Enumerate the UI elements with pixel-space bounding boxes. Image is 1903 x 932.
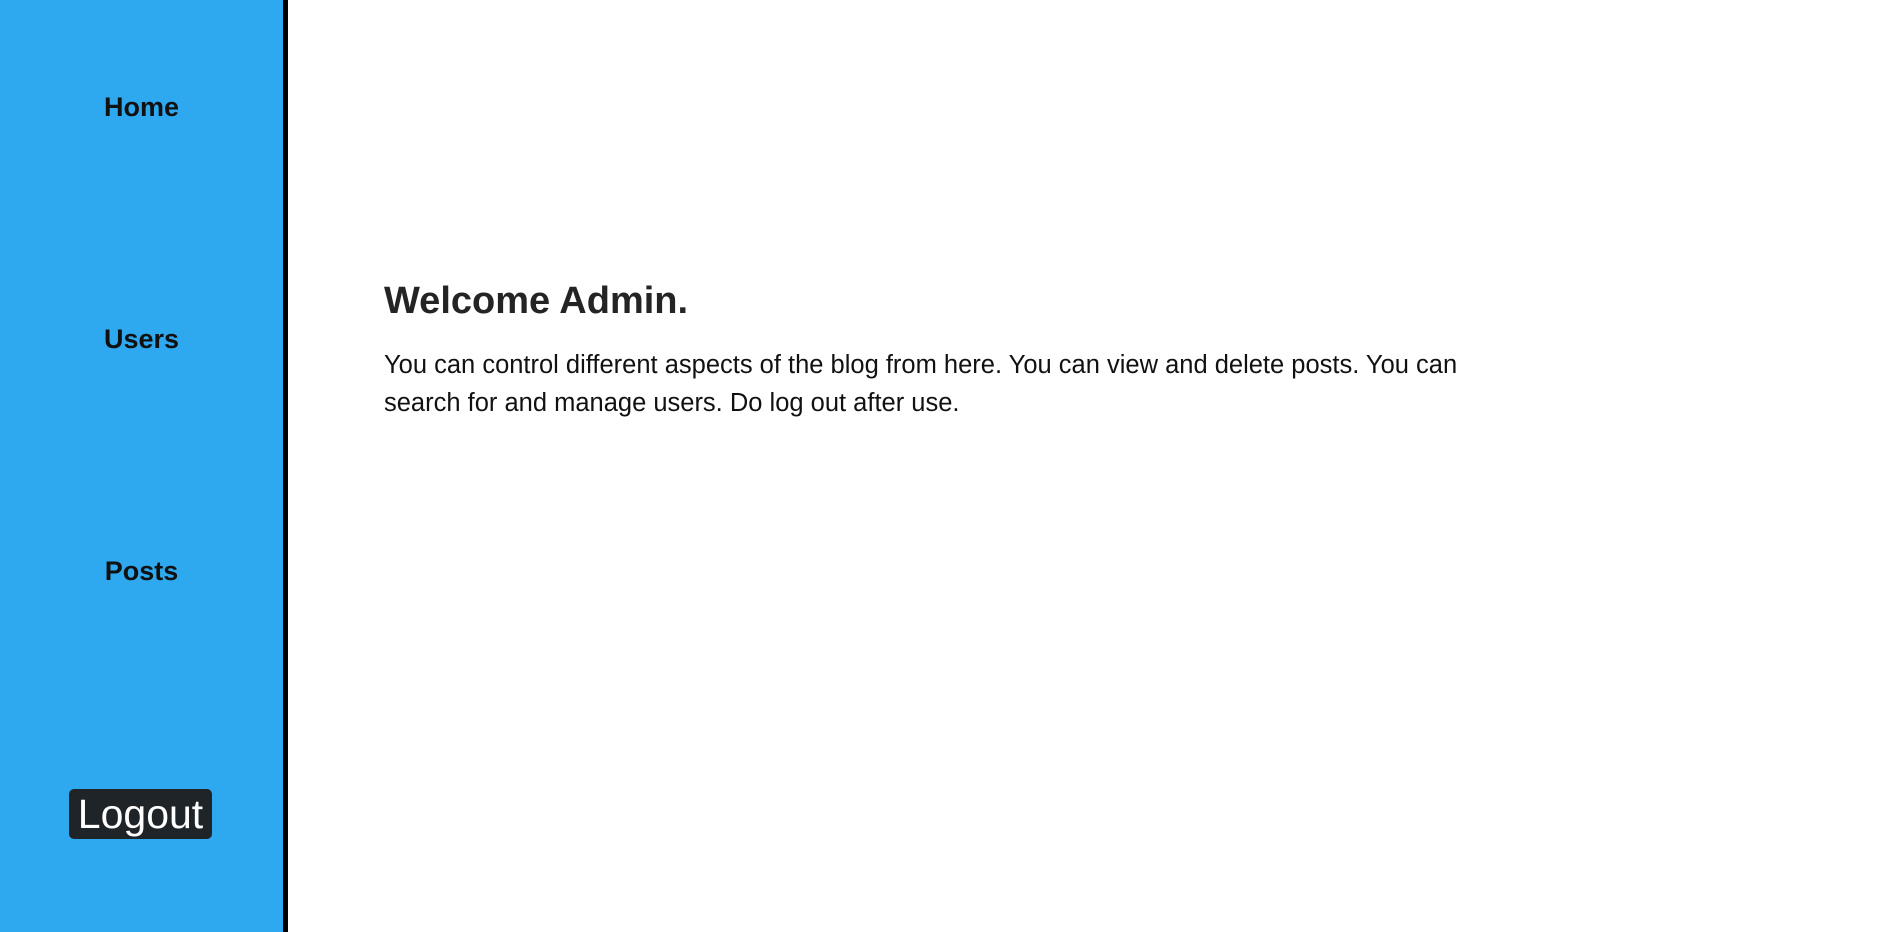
sidebar-item-posts[interactable]: Posts bbox=[0, 555, 283, 587]
main-content: Welcome Admin. You can control different… bbox=[288, 0, 1903, 932]
page-title: Welcome Admin. bbox=[384, 280, 689, 322]
sidebar: Home Users Posts Logout bbox=[0, 0, 288, 932]
sidebar-item-users[interactable]: Users bbox=[0, 323, 283, 355]
logout-button[interactable]: Logout bbox=[69, 789, 212, 839]
sidebar-item-home[interactable]: Home bbox=[0, 91, 283, 123]
welcome-description: You can control different aspects of the… bbox=[384, 351, 1458, 417]
admin-dashboard: Home Users Posts Logout Welcome Admin. Y… bbox=[0, 0, 1903, 932]
